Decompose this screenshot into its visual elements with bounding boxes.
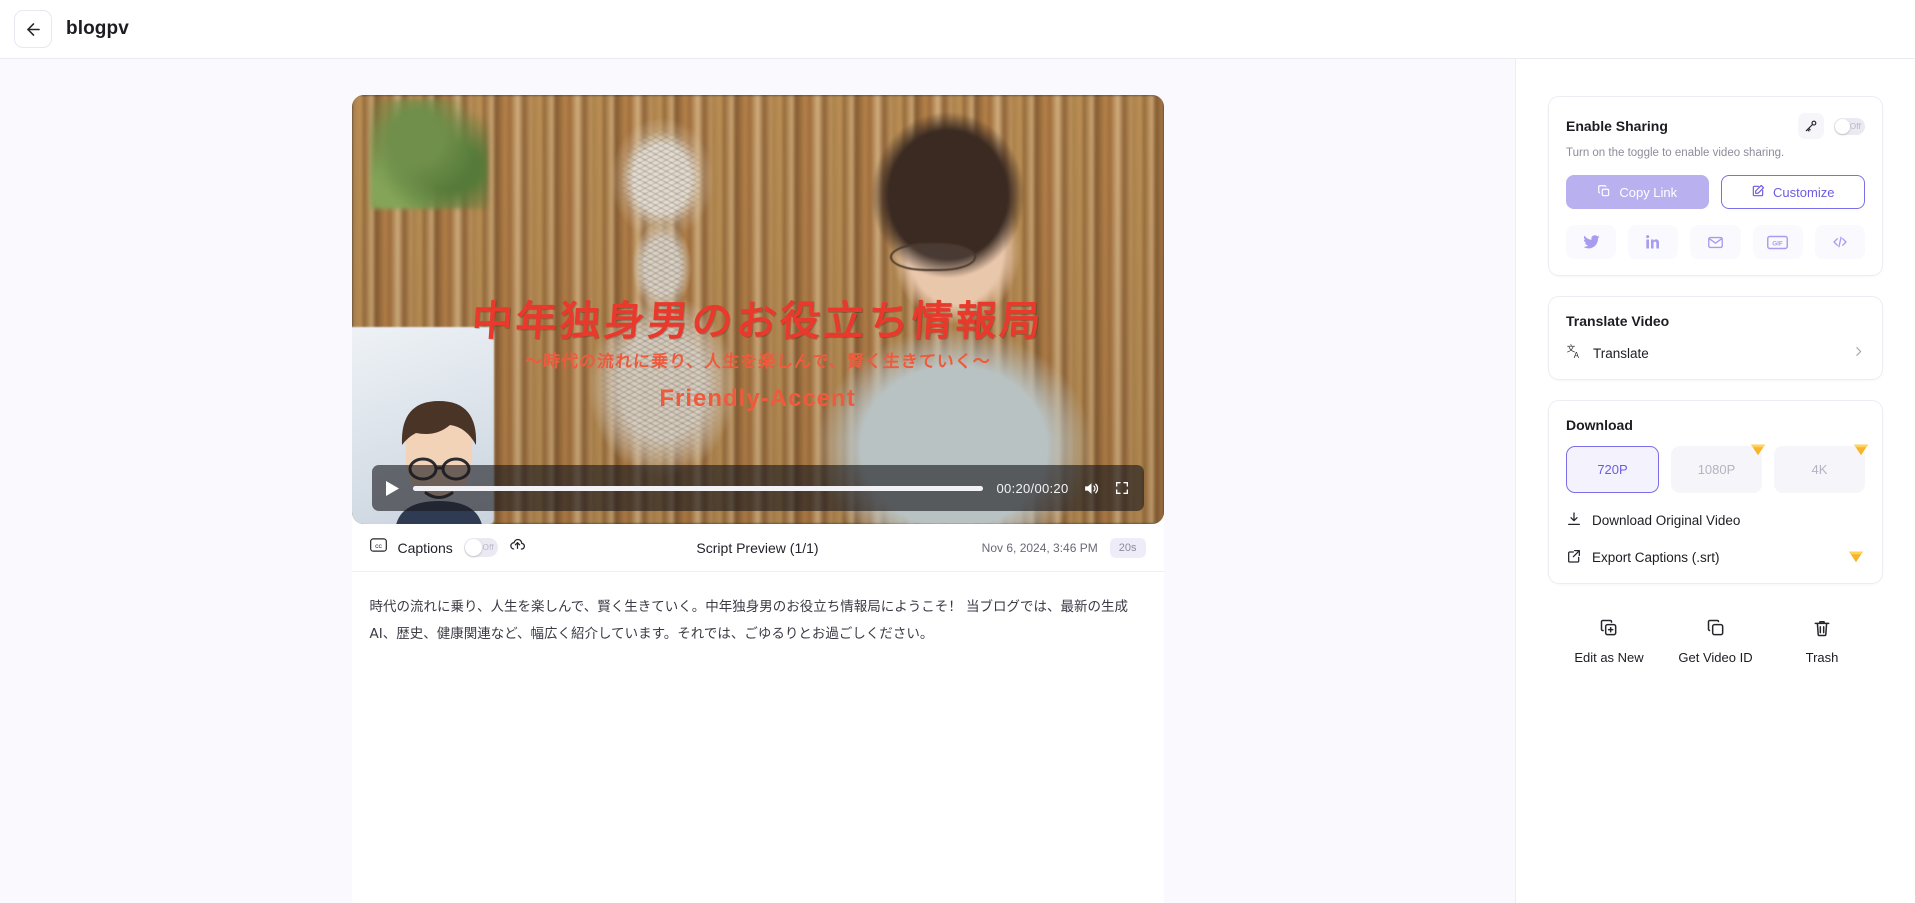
edit-as-new-button[interactable]: Edit as New [1566,618,1652,665]
quality-4k-label: 4K [1811,462,1828,477]
captions-toggle[interactable]: Off [463,538,498,557]
volume-icon[interactable] [1083,480,1100,497]
toggle-knob [464,539,482,556]
action-row: Edit as New Get Video ID Trash [1548,604,1883,665]
video-controls: 00:20/00:20 [371,465,1144,511]
page-title: blogpv [66,18,129,39]
get-video-id-button[interactable]: Get Video ID [1673,618,1759,665]
twitter-icon[interactable] [1566,225,1617,259]
external-link-icon [1566,548,1582,567]
customize-label: Customize [1773,184,1835,200]
trash-button[interactable]: Trash [1779,618,1865,665]
download-card: Download 720P 1080P 4K Download Original… [1548,400,1883,584]
captions-toggle-state: Off [482,543,494,552]
translate-icon: 文 A [1566,343,1583,363]
video-player[interactable]: 中年独身男のお役立ち情報局 〜時代の流れに乗り、人生を楽しんで、賢く生きていく〜… [351,95,1164,524]
edit-square-icon [1751,184,1765,201]
quality-1080p[interactable]: 1080P [1671,444,1766,493]
premium-gem-icon [1847,548,1865,567]
copy-plus-icon [1599,618,1619,641]
sidebar: Enable Sharing Off Turn on the toggle to… [1515,59,1915,903]
video-detail-page: blogpv 中年独身男のお役立ち情報局 〜時代の流れに乗り、人生を楽しんで、賢… [0,0,1915,903]
progress-bar[interactable] [412,485,983,491]
script-text: 時代の流れに乗り、人生を楽しんで、賢く生きていく。中年独身男のお役立ち情報局によ… [369,599,1129,642]
embed-code-icon[interactable] [1814,225,1866,259]
video-overlay-subtitle: 〜時代の流れに乗り、人生を楽しんで、賢く生きていく〜 [523,352,991,372]
translate-row[interactable]: 文 A Translate [1566,343,1865,363]
play-button[interactable] [385,480,399,496]
premium-gem-icon [1749,441,1767,460]
arrow-left-icon [24,20,43,39]
quality-4k[interactable]: 4K [1774,444,1869,493]
captions-group: cc Captions Off [369,537,526,559]
upload-cloud-icon[interactable] [509,537,526,559]
key-icon[interactable] [1798,113,1824,139]
sharing-description: Turn on the toggle to enable video shari… [1566,147,1785,159]
quality-720p-label: 720P [1597,462,1628,477]
social-share-row: GIF [1566,225,1866,259]
quality-720p[interactable]: 720P [1566,446,1659,493]
page-header: blogpv [0,0,1915,59]
copy-link-label: Copy Link [1619,184,1678,200]
get-video-id-label: Get Video ID [1678,650,1753,665]
sharing-buttons: Copy Link Customize [1566,175,1865,209]
caption-meta: Nov 6, 2024, 3:46 PM 20s [981,537,1146,558]
sharing-toggle[interactable]: Off [1834,117,1865,135]
trash-icon [1812,618,1832,641]
download-original-row[interactable]: Download Original Video [1566,511,1865,530]
svg-text:cc: cc [375,543,382,550]
sharing-title: Enable Sharing [1566,118,1668,134]
sharing-toggle-state: Off [1849,121,1861,131]
email-icon[interactable] [1690,225,1741,259]
premium-gem-icon [1852,441,1870,460]
sharing-card: Enable Sharing Off Turn on the toggle to… [1548,96,1883,276]
download-original-label: Download Original Video [1592,513,1741,528]
linkedin-icon[interactable] [1628,225,1679,259]
video-panel: 中年独身男のお役立ち情報局 〜時代の流れに乗り、人生を楽しんで、賢く生きていく〜… [351,95,1164,903]
video-date: Nov 6, 2024, 3:46 PM [981,540,1098,555]
page-body: 中年独身男のお役立ち情報局 〜時代の流れに乗り、人生を楽しんで、賢く生きていく〜… [0,59,1915,903]
video-overlay-title: 中年独身男のお役立ち情報局 [469,297,1045,345]
export-captions-label: Export Captions (.srt) [1592,550,1720,565]
gif-icon[interactable]: GIF [1752,225,1803,259]
back-button[interactable] [14,10,52,48]
quality-1080p-label: 1080P [1697,462,1736,477]
sharing-header: Enable Sharing Off [1566,113,1865,139]
progress-fill [412,485,983,491]
translate-title: Translate Video [1566,313,1670,329]
quality-options: 720P 1080P 4K [1566,444,1869,493]
time-display: 00:20/00:20 [996,480,1069,496]
caption-toolbar: cc Captions Off Script Preview (1/1) Nov… [351,524,1164,572]
svg-text:A: A [1574,351,1580,360]
edit-as-new-label: Edit as New [1574,650,1644,665]
export-captions-row[interactable]: Export Captions (.srt) [1566,548,1865,567]
download-icon [1566,511,1582,530]
fullscreen-icon[interactable] [1114,480,1130,496]
chevron-right-icon [1852,345,1865,361]
svg-text:GIF: GIF [1772,240,1783,247]
copy-link-button[interactable]: Copy Link [1566,175,1709,209]
customize-button[interactable]: Customize [1720,175,1865,209]
translate-label: Translate [1593,345,1649,361]
copy-icon [1597,184,1611,201]
copy-icon [1706,618,1726,641]
closed-caption-icon: cc [369,538,387,557]
captions-label: Captions [397,539,453,556]
toggle-knob [1835,118,1850,134]
main-content: 中年独身男のお役立ち情報局 〜時代の流れに乗り、人生を楽しんで、賢く生きていく〜… [0,59,1515,903]
translate-card: Translate Video 文 A Translate [1548,296,1883,380]
download-title: Download [1566,417,1633,433]
duration-badge: 20s [1109,537,1146,558]
trash-label: Trash [1805,650,1839,665]
